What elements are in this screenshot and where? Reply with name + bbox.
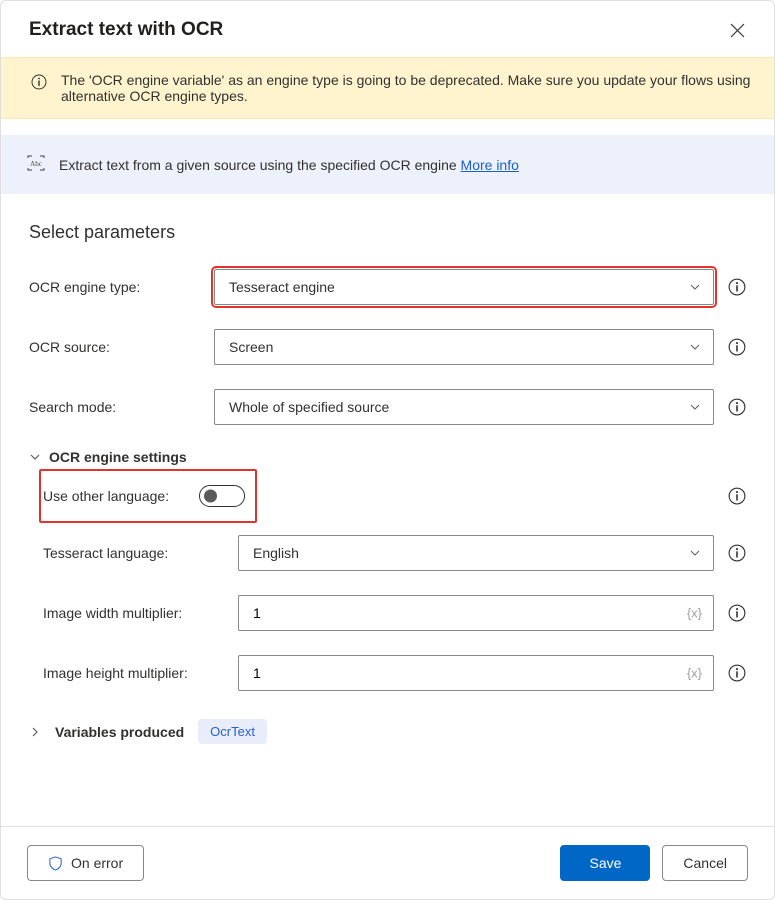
chevron-down-icon: [689, 281, 701, 293]
svg-text:Abc: Abc: [30, 160, 42, 168]
image-width-multiplier-label: Image width multiplier:: [43, 605, 228, 621]
variables-produced-row[interactable]: Variables produced OcrText: [29, 719, 746, 744]
variables-produced-label: Variables produced: [55, 724, 184, 740]
image-height-multiplier-label: Image height multiplier:: [43, 665, 228, 681]
search-mode-row: Search mode: Whole of specified source: [29, 389, 746, 425]
dialog-title: Extract text with OCR: [29, 19, 223, 41]
chevron-down-icon: [689, 547, 701, 559]
ocr-engine-settings-header[interactable]: OCR engine settings: [29, 449, 746, 465]
use-other-language-row: Use other language:: [43, 485, 746, 507]
more-info-link[interactable]: More info: [461, 157, 519, 173]
image-width-multiplier-input[interactable]: [238, 595, 714, 631]
image-height-multiplier-row: Image height multiplier: {x}: [43, 655, 746, 691]
variable-picker-icon[interactable]: {x}: [687, 666, 702, 681]
help-icon[interactable]: [728, 604, 746, 622]
use-other-language-toggle[interactable]: [199, 485, 245, 507]
deprecation-warning-banner: The 'OCR engine variable' as an engine t…: [1, 57, 774, 119]
tesseract-language-row: Tesseract language: English: [43, 535, 746, 571]
ocr-engine-settings-section: Use other language: Tesseract language: …: [29, 485, 746, 691]
help-icon[interactable]: [728, 487, 746, 505]
image-width-multiplier-row: Image width multiplier: {x}: [43, 595, 746, 631]
ocr-source-row: OCR source: Screen: [29, 329, 746, 365]
use-other-language-highlight: Use other language:: [39, 469, 257, 523]
ocr-source-label: OCR source:: [29, 339, 204, 355]
dialog-content: Select parameters OCR engine type: Tesse…: [1, 194, 774, 826]
help-icon[interactable]: [728, 338, 746, 356]
warning-text: The 'OCR engine variable' as an engine t…: [61, 72, 752, 104]
chevron-down-icon: [689, 401, 701, 413]
chevron-right-icon: [29, 726, 41, 738]
dialog-footer: On error Save Cancel: [1, 826, 774, 899]
variable-picker-icon[interactable]: {x}: [687, 606, 702, 621]
help-icon[interactable]: [728, 278, 746, 296]
section-title: Select parameters: [29, 222, 746, 243]
help-icon[interactable]: [728, 544, 746, 562]
help-icon[interactable]: [728, 664, 746, 682]
ocr-engine-type-label: OCR engine type:: [29, 279, 204, 295]
chevron-down-icon: [689, 341, 701, 353]
image-height-multiplier-input[interactable]: [238, 655, 714, 691]
description-text: Extract text from a given source using t…: [59, 157, 519, 173]
ocr-engine-type-select[interactable]: Tesseract engine: [214, 269, 714, 305]
extract-text-ocr-dialog: Extract text with OCR The 'OCR engine va…: [0, 0, 775, 900]
save-button[interactable]: Save: [560, 845, 650, 881]
ocr-source-select[interactable]: Screen: [214, 329, 714, 365]
variable-badge-ocrtext[interactable]: OcrText: [198, 719, 267, 744]
toggle-knob: [204, 490, 217, 503]
info-icon: [31, 74, 47, 93]
dialog-header: Extract text with OCR: [1, 1, 774, 57]
search-mode-label: Search mode:: [29, 399, 204, 415]
ocr-abc-icon: Abc: [27, 155, 45, 174]
shield-icon: [48, 856, 63, 871]
tesseract-language-select[interactable]: English: [238, 535, 714, 571]
cancel-button[interactable]: Cancel: [662, 845, 748, 881]
close-icon: [730, 23, 745, 38]
tesseract-language-label: Tesseract language:: [43, 545, 228, 561]
close-button[interactable]: [722, 15, 752, 45]
on-error-button[interactable]: On error: [27, 845, 144, 881]
search-mode-select[interactable]: Whole of specified source: [214, 389, 714, 425]
chevron-down-icon: [29, 451, 41, 463]
description-banner: Abc Extract text from a given source usi…: [1, 135, 774, 194]
ocr-engine-type-row: OCR engine type: Tesseract engine: [29, 269, 746, 305]
help-icon[interactable]: [728, 398, 746, 416]
use-other-language-label: Use other language:: [43, 488, 169, 504]
